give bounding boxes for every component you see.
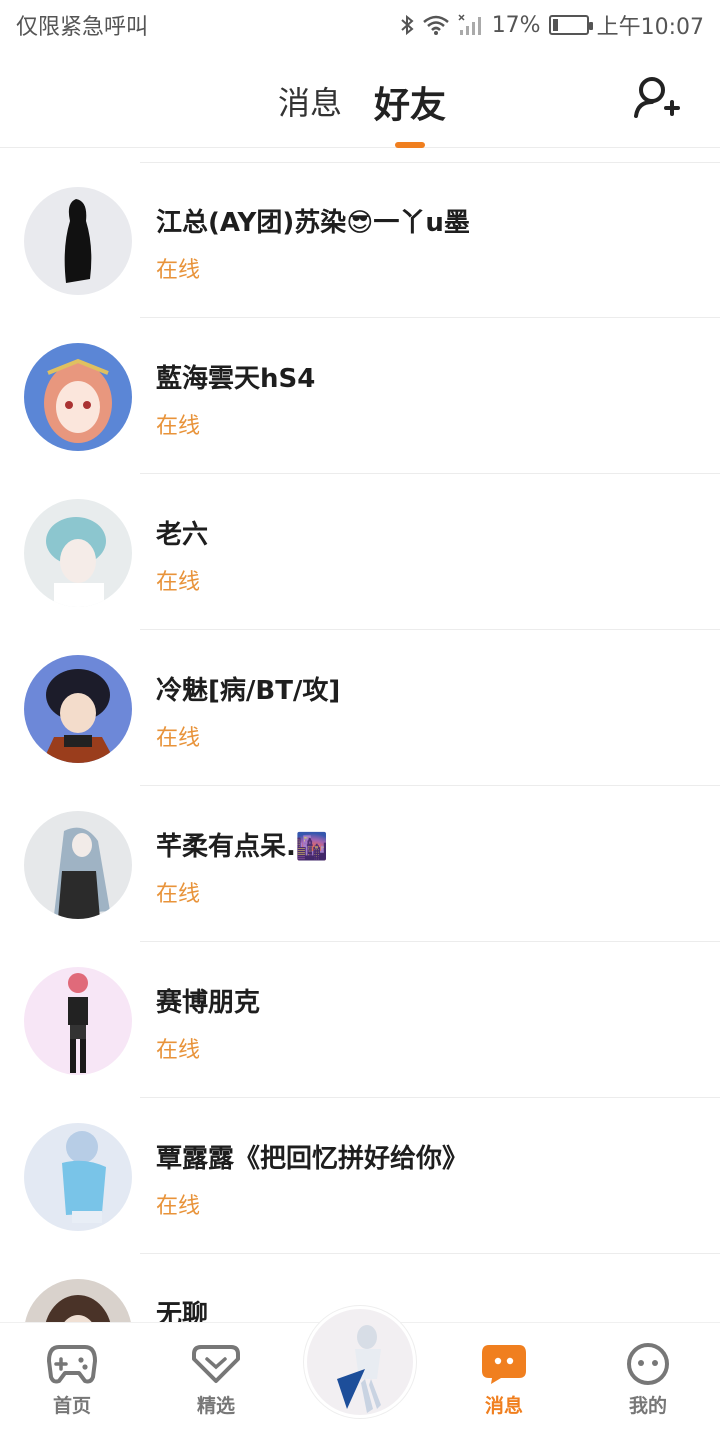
- friend-name: 江总(AY团)苏染😎一丫u墨: [156, 208, 470, 238]
- friend-row[interactable]: 江总(AY团)苏染😎一丫u墨 在线: [0, 162, 720, 318]
- friend-name: 赛博朋克: [156, 988, 261, 1018]
- friend-row[interactable]: 芊柔有点呆.🌆 在线: [0, 786, 720, 942]
- message-icon: [482, 1345, 526, 1384]
- avatar: [24, 811, 132, 919]
- carrier-text: 仅限紧急呼叫: [16, 15, 149, 40]
- friend-name: 覃露露《把回忆拼好给你》: [156, 1144, 469, 1174]
- center-avatar-button[interactable]: [304, 1306, 416, 1418]
- nav-featured[interactable]: 精选: [166, 1343, 266, 1418]
- clock: 上午10:07: [596, 15, 704, 40]
- bluetooth-icon: [400, 14, 414, 36]
- avatar: [24, 187, 132, 295]
- nav-messages-label: 消息: [484, 1395, 523, 1417]
- tab-selected-indicator: [395, 142, 425, 148]
- avatar: [24, 1123, 132, 1231]
- nav-messages[interactable]: 消息: [454, 1343, 554, 1418]
- face-icon: [627, 1343, 669, 1385]
- friend-list: 江总(AY团)苏染😎一丫u墨 在线 藍海雲天hS4 在线 老六 在线 冷魅[病/…: [0, 162, 720, 1410]
- avatar: [24, 967, 132, 1075]
- friend-name: 冷魅[病/BT/攻]: [156, 676, 341, 706]
- friend-status: 在线: [156, 414, 201, 439]
- header: 消息 好友: [0, 50, 720, 148]
- tab-messages[interactable]: 消息: [278, 78, 342, 124]
- wifi-icon: [422, 14, 450, 36]
- nav-me-label: 我的: [628, 1395, 667, 1417]
- friend-status: 在线: [156, 882, 201, 907]
- status-icons: 17% 上午10:07: [400, 9, 704, 41]
- avatar: [24, 499, 132, 607]
- heart-chat-icon: [192, 1345, 240, 1383]
- avatar: [24, 343, 132, 451]
- nav-featured-label: 精选: [196, 1395, 235, 1417]
- gamepad-icon: [47, 1345, 97, 1384]
- friend-name: 藍海雲天hS4: [156, 364, 316, 394]
- friend-row[interactable]: 冷魅[病/BT/攻] 在线: [0, 630, 720, 786]
- status-bar: 仅限紧急呼叫 17% 上午10:07: [0, 0, 720, 50]
- tab-friends[interactable]: 好友: [374, 76, 446, 128]
- avatar: [24, 655, 132, 763]
- add-user-icon[interactable]: [632, 74, 680, 122]
- friend-status: 在线: [156, 258, 201, 283]
- signal-icon: [458, 14, 484, 36]
- friend-row[interactable]: 藍海雲天hS4 在线: [0, 318, 720, 474]
- friend-row[interactable]: 老六 在线: [0, 474, 720, 630]
- friend-name: 芊柔有点呆.🌆: [156, 832, 329, 862]
- friend-name: 老六: [156, 520, 209, 550]
- friend-status: 在线: [156, 1194, 201, 1219]
- friend-status: 在线: [156, 1038, 201, 1063]
- friend-status: 在线: [156, 570, 201, 595]
- battery-icon: [548, 15, 593, 35]
- friend-row[interactable]: 覃露露《把回忆拼好给你》 在线: [0, 1098, 720, 1254]
- battery-percent: 17%: [491, 12, 541, 38]
- friend-status: 在线: [156, 726, 201, 751]
- nav-home[interactable]: 首页: [22, 1343, 122, 1418]
- nav-home-label: 首页: [52, 1395, 91, 1417]
- nav-me[interactable]: 我的: [598, 1343, 698, 1418]
- friend-row[interactable]: 赛博朋克 在线: [0, 942, 720, 1098]
